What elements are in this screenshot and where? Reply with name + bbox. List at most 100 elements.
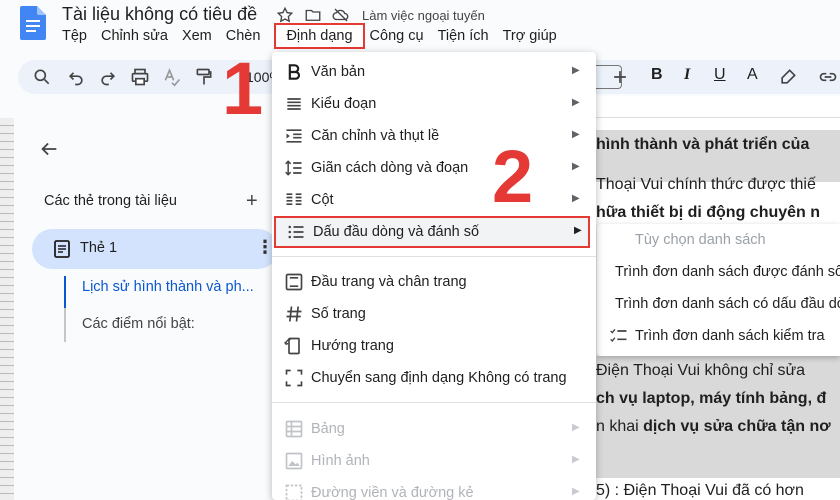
paragraph-style-icon <box>287 98 301 110</box>
doc-line: n khai dịch vụ sửa chữa tận nơ <box>596 418 831 436</box>
underline-icon[interactable]: U <box>714 66 726 84</box>
plus-icon[interactable] <box>610 67 630 87</box>
document-title[interactable]: Tài liệu không có tiêu đề <box>62 4 257 25</box>
menu-item-page-numbers[interactable]: Số trang <box>272 298 596 330</box>
doc-line: hình thành và phát triển của <box>596 136 810 153</box>
submenu-arrow-icon: ▶ <box>572 65 580 76</box>
menu-tools[interactable]: Công cụ <box>370 28 431 49</box>
borders-icon <box>285 484 303 500</box>
document-outline-sidebar: Các thẻ trong tài liệu + Thẻ 1 ⋮ Lịch sử… <box>14 118 280 500</box>
undo-icon[interactable] <box>66 67 86 87</box>
header-footer-icon <box>285 273 303 291</box>
print-icon[interactable] <box>130 67 150 87</box>
menu-edit[interactable]: Chỉnh sửa <box>101 28 175 49</box>
menu-item-paragraph-styles[interactable]: Kiểu đoạn ▶ <box>272 88 596 120</box>
menu-format[interactable]: Định dạng <box>274 23 365 49</box>
submenu-arrow-icon: ▶ <box>572 486 580 497</box>
search-icon[interactable] <box>32 67 52 87</box>
menu-item-label: Cột <box>311 192 334 208</box>
document-tab-icon <box>54 240 70 258</box>
menu-item-header-footer[interactable]: Đầu trang và chân trang <box>272 266 596 298</box>
menu-item-label: Văn bản <box>311 64 366 80</box>
folder-icon[interactable] <box>304 6 322 24</box>
line-spacing-icon <box>285 160 302 176</box>
text-highlight <box>590 436 840 478</box>
submenu-bulleted-list[interactable]: Trình đơn danh sách có dấu đầu dòng <box>597 288 840 320</box>
menu-extensions[interactable]: Tiện ích <box>438 28 496 49</box>
checklist-icon <box>610 328 627 343</box>
cloud-off-icon[interactable] <box>332 6 350 24</box>
add-tab-button[interactable]: + <box>246 190 258 213</box>
submenu-arrow-icon: ▶ <box>572 97 580 108</box>
submenu-label: Trình đơn danh sách kiểm tra <box>635 328 825 344</box>
menu-item-line-spacing[interactable]: Giãn cách dòng và đoạn ▶ <box>272 152 596 184</box>
menubar: Tệp Chỉnh sửa Xem Chèn Định dạng Công cụ… <box>62 23 571 49</box>
doc-text: n khai <box>596 418 644 435</box>
menu-item-bullets-numbering[interactable]: Dấu đầu dòng và đánh số ▶ <box>274 216 590 248</box>
menu-item-label: Bảng <box>311 421 345 437</box>
outline-heading[interactable]: Lịch sử hình thành và ph... <box>82 279 254 295</box>
menu-item-label: Giãn cách dòng và đoạn <box>311 160 469 176</box>
menu-item-text[interactable]: Văn bản ▶ <box>272 56 596 88</box>
menu-item-columns[interactable]: Cột ▶ <box>272 184 596 216</box>
step-number-1: 1 <box>222 47 264 130</box>
text-color-icon[interactable]: A <box>747 66 758 84</box>
menu-insert[interactable]: Chèn <box>226 28 268 49</box>
tab-label: Thẻ 1 <box>80 240 118 256</box>
menu-item-label: Số trang <box>311 306 366 322</box>
menu-view[interactable]: Xem <box>182 28 219 49</box>
menu-item-page-orientation[interactable]: Hướng trang <box>272 330 596 362</box>
menu-item-table: Bảng ▶ <box>272 413 596 445</box>
submenu-arrow-icon: ▶ <box>572 161 580 172</box>
submenu-arrow-icon: ▶ <box>572 193 580 204</box>
menu-separator <box>272 256 596 257</box>
highlight-icon[interactable] <box>778 67 798 87</box>
vertical-ruler[interactable] <box>0 118 14 500</box>
menu-item-pageless[interactable]: Chuyển sang định dạng Không có trang <box>272 362 596 394</box>
bold-icon <box>288 64 300 80</box>
doc-line: ch vụ laptop, máy tính bảng, đ <box>596 390 827 407</box>
pageless-icon <box>285 369 303 387</box>
back-arrow-icon[interactable] <box>38 138 60 160</box>
redo-icon[interactable] <box>98 67 118 87</box>
menu-file[interactable]: Tệp <box>62 28 94 49</box>
outline-heading[interactable]: Các điểm nổi bật: <box>82 316 195 332</box>
menu-item-label: Đường viền và đường kẻ <box>311 485 474 500</box>
outline-active-indicator <box>64 276 66 308</box>
submenu-numbered-list[interactable]: Trình đơn danh sách được đánh số <box>597 256 840 288</box>
menu-item-label: Dấu đầu dòng và đánh số <box>313 224 480 240</box>
italic-icon[interactable]: I <box>684 66 690 84</box>
menu-item-label: Hình ảnh <box>311 453 370 469</box>
submenu-arrow-icon: ▶ <box>572 454 580 465</box>
menu-item-label: Kiểu đoạn <box>311 96 377 112</box>
submenu-arrow-icon: ▶ <box>572 422 580 433</box>
paint-format-icon[interactable] <box>194 67 214 87</box>
spellcheck-icon[interactable] <box>162 67 182 87</box>
title-icons: Làm việc ngoại tuyến <box>276 6 485 24</box>
menu-item-align-indent[interactable]: Căn chỉnh và thụt lề ▶ <box>272 120 596 152</box>
format-menu: Văn bản ▶ Kiểu đoạn ▶ Căn chỉnh và thụt … <box>272 52 596 500</box>
link-icon[interactable] <box>818 67 838 87</box>
menu-help[interactable]: Trợ giúp <box>503 28 564 49</box>
submenu-checklist[interactable]: Trình đơn danh sách kiểm tra <box>597 320 840 352</box>
submenu-list-options: Tùy chọn danh sách <box>635 232 766 248</box>
bold-icon[interactable]: B <box>651 66 663 84</box>
page-orientation-icon <box>284 337 300 355</box>
list-options-submenu: Tùy chọn danh sách Trình đơn danh sách đ… <box>597 224 840 356</box>
tab-item[interactable]: Thẻ 1 ⋮ <box>32 229 278 269</box>
doc-line: Thoại Vui chính thức được thiế <box>596 176 816 193</box>
bulleted-list-icon <box>288 225 304 239</box>
menu-item-label: Hướng trang <box>311 338 394 354</box>
horizontal-ruler[interactable] <box>590 96 840 118</box>
columns-icon <box>286 193 302 205</box>
doc-line: Điện Thoại Vui không chỉ sửa <box>596 362 806 379</box>
submenu-label: Trình đơn danh sách có dấu đầu dòng <box>615 296 840 312</box>
google-docs-logo-icon[interactable] <box>20 6 46 40</box>
menu-separator <box>272 402 596 403</box>
image-icon <box>285 452 303 470</box>
doc-text-bold: dịch vụ sửa chữa tận nơ <box>643 418 831 435</box>
table-icon <box>285 420 303 438</box>
submenu-label: Trình đơn danh sách được đánh số <box>615 264 840 280</box>
step-number-2: 2 <box>492 135 534 218</box>
star-icon[interactable] <box>276 6 294 24</box>
